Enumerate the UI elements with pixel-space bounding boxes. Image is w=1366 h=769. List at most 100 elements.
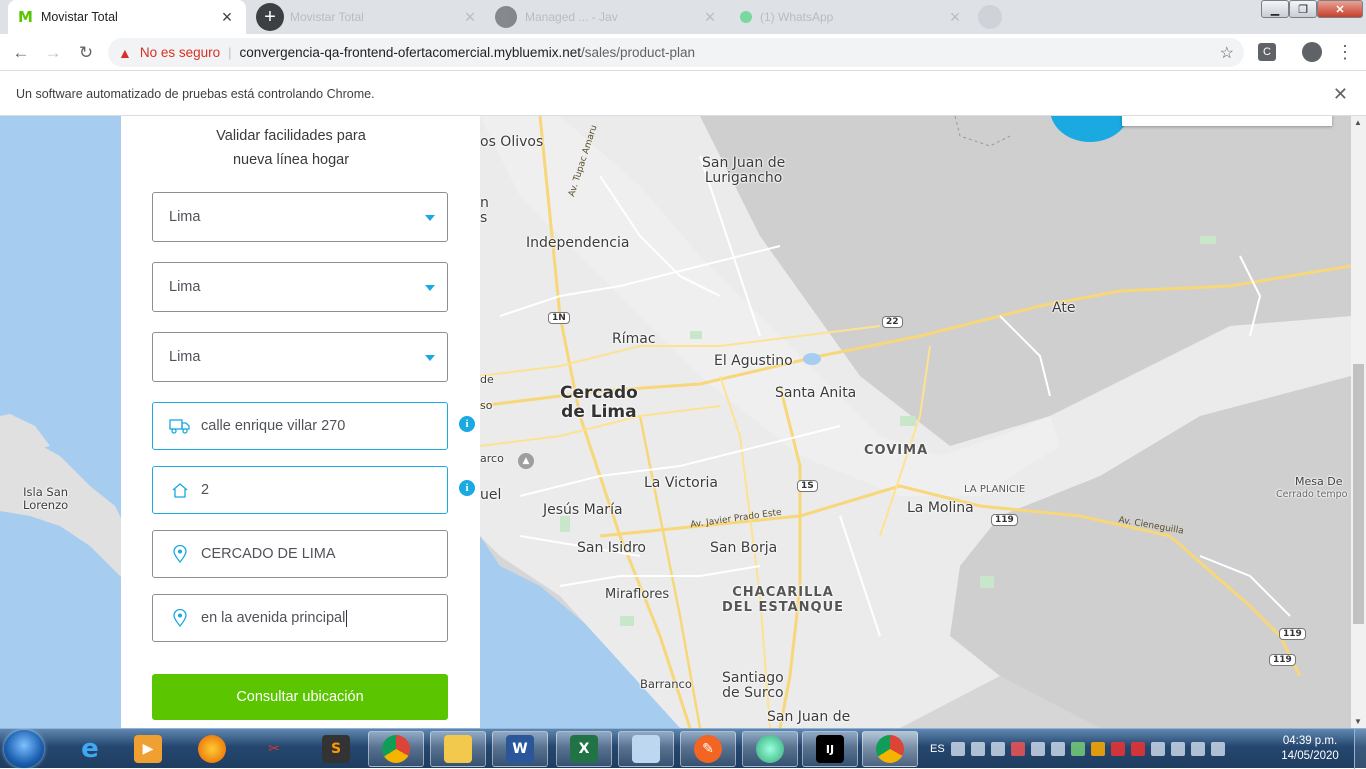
text-cursor — [346, 609, 348, 627]
close-window-button[interactable]: ✕ — [1317, 0, 1363, 18]
tray-app-icon[interactable] — [1010, 742, 1025, 756]
automation-infobar: Un software automatizado de pruebas está… — [0, 72, 1366, 116]
keyboard-icon[interactable] — [950, 742, 965, 756]
new-tab-faded-button[interactable] — [978, 5, 1002, 29]
form-title-line2: nueva línea hogar — [232, 152, 350, 168]
extension-icon[interactable]: C — [1258, 43, 1276, 61]
department-select[interactable]: Lima — [152, 192, 448, 242]
arrow-left-icon: ← — [12, 43, 30, 62]
tray-app-icon[interactable] — [1150, 742, 1165, 756]
map-label: Barranco — [640, 677, 692, 691]
system-tray: ES — [930, 729, 1225, 769]
taskbar-intellij[interactable]: IJ — [802, 731, 858, 767]
chrome-icon — [876, 735, 904, 763]
back-button[interactable]: ← — [8, 40, 34, 66]
taskbar-excel[interactable]: X — [556, 731, 612, 767]
tab-close-icon[interactable]: × — [701, 7, 719, 28]
tray-app-icon[interactable] — [970, 742, 985, 756]
map-label: San Isidro — [577, 540, 647, 556]
map-label: San Juan de — [767, 709, 851, 725]
department-value: Lima — [169, 209, 201, 225]
taskbar-paint-app[interactable]: ✎ — [680, 731, 736, 767]
windows-taskbar: e ▶ ✂ S W X ✎ IJ ES 04:39 p.m. 14/05/202… — [0, 728, 1366, 769]
monitor-icon[interactable] — [1170, 742, 1185, 756]
tray-app-icon[interactable] — [1030, 742, 1045, 756]
consult-location-button[interactable]: Consultar ubicación — [152, 674, 448, 720]
province-select[interactable]: Lima — [152, 262, 448, 312]
scroll-down-icon[interactable]: ▼ — [1354, 717, 1362, 726]
taskbar-chrome-active[interactable] — [862, 731, 918, 767]
start-button[interactable] — [4, 730, 44, 768]
volume-icon[interactable] — [1190, 742, 1205, 756]
tray-app-icon[interactable] — [1090, 742, 1105, 756]
location-pin-icon — [169, 544, 191, 564]
plus-icon: + — [264, 5, 276, 28]
address-input[interactable]: calle enrique villar 270 — [152, 402, 448, 450]
excel-icon: X — [570, 735, 598, 763]
taskbar-word[interactable]: W — [492, 731, 548, 767]
infobar-close-icon[interactable]: ✕ — [1333, 84, 1348, 105]
url-omnibox[interactable]: ▲ No es seguro | convergencia-qa-fronten… — [108, 38, 1244, 67]
show-desktop-button[interactable] — [1354, 729, 1366, 769]
map-label: de — [480, 373, 494, 386]
close-icon: ✕ — [1335, 3, 1345, 16]
new-tab-button[interactable]: + — [256, 3, 284, 31]
taskbar-snipping-tool[interactable]: ✂ — [246, 731, 302, 767]
tray-app-icon[interactable] — [990, 742, 1005, 756]
tab-close-icon[interactable]: × — [218, 7, 236, 28]
restore-icon: ❐ — [1298, 3, 1308, 16]
sublime-text-icon: S — [322, 735, 350, 763]
profile-avatar-icon[interactable] — [1302, 42, 1322, 62]
reload-button[interactable]: ↻ — [73, 40, 99, 66]
tab-title: Movistar Total — [40, 10, 118, 24]
highway-shield: 119 — [991, 514, 1018, 526]
firefox-icon — [198, 735, 226, 763]
bookmark-star-icon[interactable]: ☆ — [1220, 43, 1234, 63]
truck-icon — [169, 416, 191, 436]
taskbar-file-explorer[interactable] — [430, 731, 486, 767]
taskbar-chrome[interactable] — [368, 731, 424, 767]
flag-icon[interactable] — [1130, 742, 1145, 756]
taskbar-media-player[interactable]: ▶ — [120, 731, 176, 767]
maximize-button[interactable]: ❐ — [1289, 0, 1317, 18]
tab-close-icon[interactable]: × — [461, 7, 479, 28]
museum-pin-icon[interactable]: ▲ — [518, 453, 534, 469]
tab-close-icon[interactable]: × — [946, 7, 964, 28]
system-clock[interactable]: 04:39 p.m. 14/05/2020 — [1272, 734, 1348, 764]
minimize-button[interactable]: ▁ — [1261, 0, 1289, 18]
tab-whatsapp[interactable]: (1) WhatsApp × — [740, 0, 970, 34]
security-label[interactable]: No es seguro — [140, 45, 220, 60]
taskbar-network-app[interactable] — [742, 731, 798, 767]
number-input[interactable]: 2 — [152, 466, 448, 514]
district-value: Lima — [169, 349, 201, 365]
tab-movistar-total[interactable]: M Movistar Total × — [8, 0, 246, 34]
tab-movistar-total-2[interactable]: Movistar Total × — [290, 0, 485, 34]
map-label: CHACARILLA DEL ESTANQUE — [722, 585, 845, 615]
tray-app-icon[interactable] — [1110, 742, 1125, 756]
number-info-icon[interactable]: i — [459, 480, 475, 496]
language-indicator[interactable]: ES — [930, 743, 945, 755]
highway-shield: 119 — [1279, 628, 1306, 640]
intellij-icon: IJ — [816, 735, 844, 763]
network-status-icon[interactable] — [1210, 742, 1225, 756]
taskbar-sublime[interactable]: S — [308, 731, 364, 767]
reference-input[interactable]: en la avenida principal — [152, 594, 448, 642]
tray-app-icon[interactable] — [1050, 742, 1065, 756]
address-info-icon[interactable]: i — [459, 416, 475, 432]
map-label: arco — [480, 452, 504, 465]
page-scrollbar[interactable]: ▲ ▼ — [1351, 116, 1366, 728]
tray-app-icon[interactable] — [1070, 742, 1085, 756]
taskbar-notepad[interactable] — [618, 731, 674, 767]
forward-button[interactable]: → — [40, 40, 66, 66]
district-select[interactable]: Lima — [152, 332, 448, 382]
scroll-up-icon[interactable]: ▲ — [1354, 118, 1362, 127]
url-path: /sales/product-plan — [580, 45, 696, 60]
tab-managed[interactable]: Managed ... - Jav × — [495, 0, 725, 34]
menu-kebab-icon[interactable]: ⋮ — [1336, 42, 1354, 63]
map-label: uel — [480, 487, 502, 503]
taskbar-firefox[interactable] — [184, 731, 240, 767]
url-host: convergencia-qa-frontend-ofertacomercial… — [239, 45, 581, 60]
taskbar-ie[interactable]: e — [62, 731, 118, 767]
scrollbar-thumb[interactable] — [1353, 364, 1364, 624]
district-reference-input[interactable]: CERCADO DE LIMA — [152, 530, 448, 578]
